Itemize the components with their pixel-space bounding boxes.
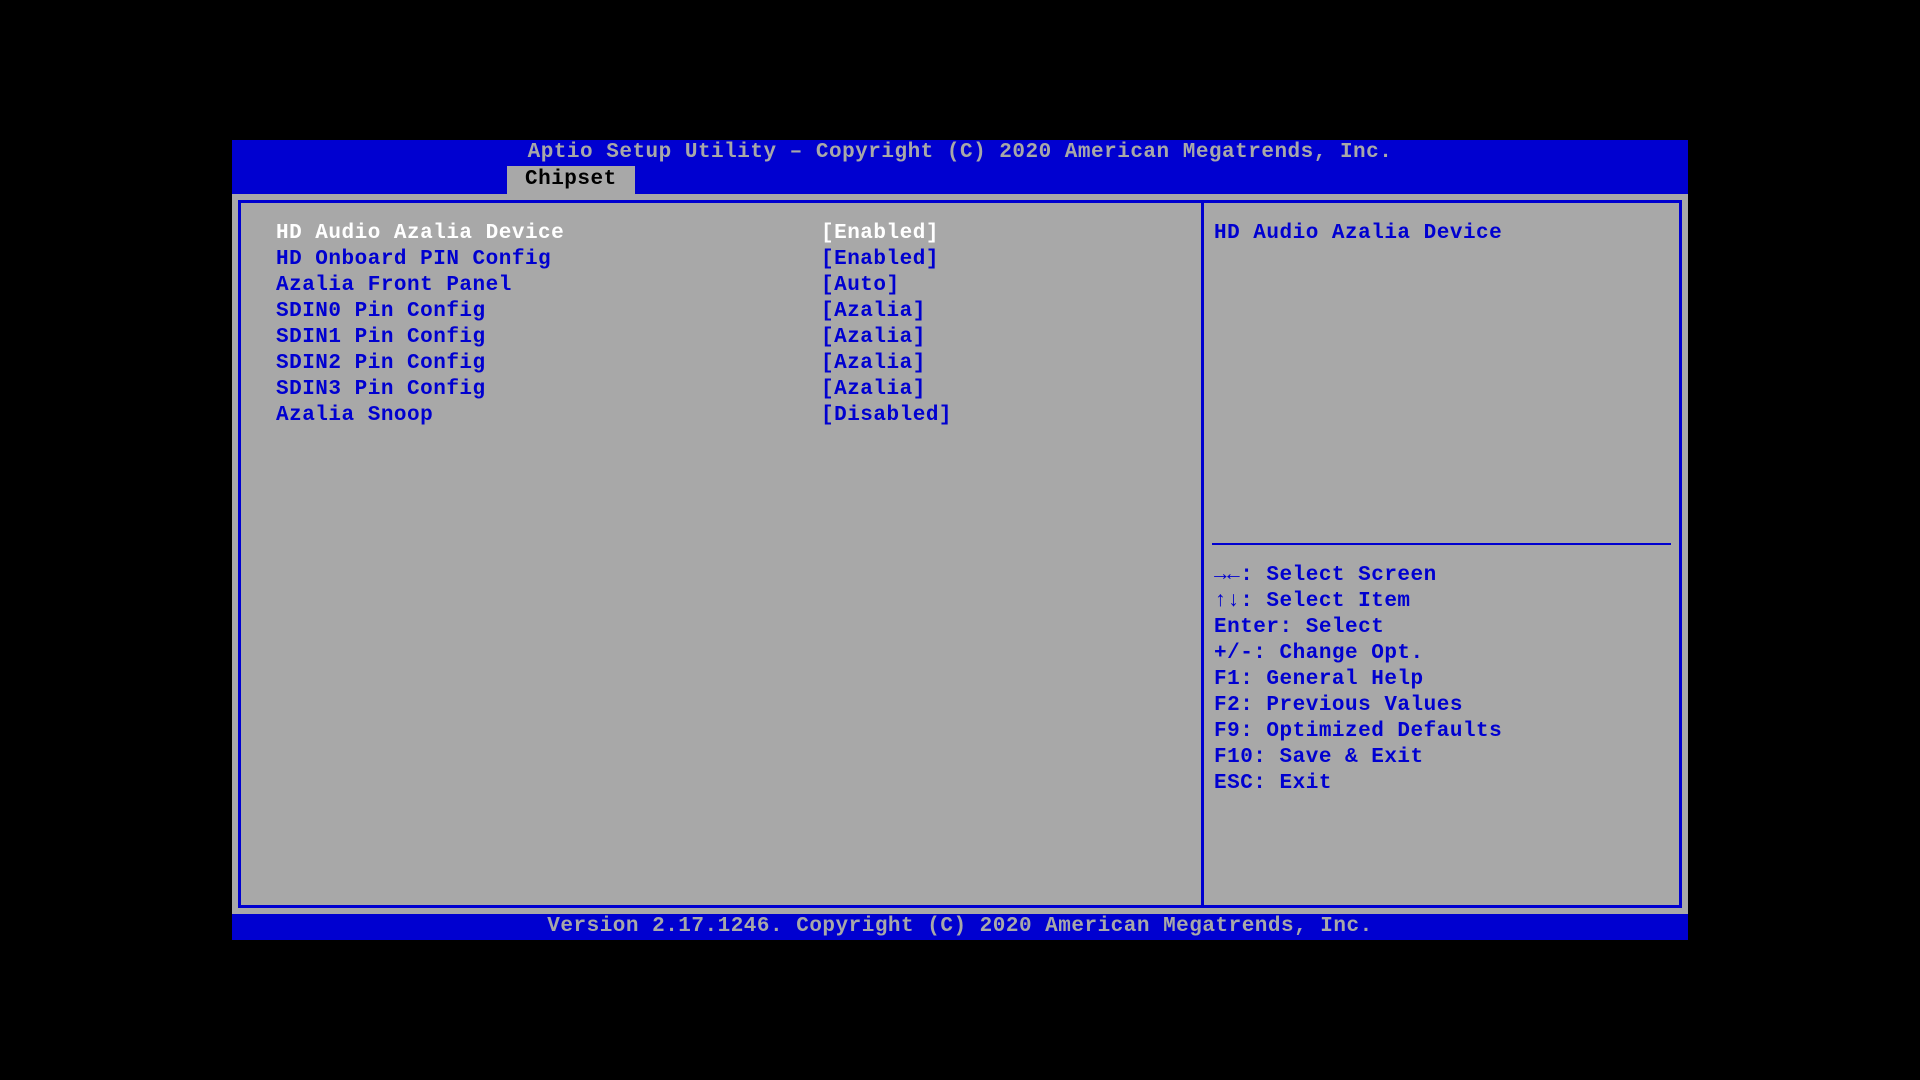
setting-value[interactable]: [Azalia] [821, 325, 926, 351]
setting-label: Azalia Snoop [276, 403, 821, 429]
setting-row[interactable]: SDIN2 Pin Config[Azalia] [276, 351, 1166, 377]
help-panel: HD Audio Azalia Device →←: Select Screen… [1204, 200, 1682, 908]
setting-label: HD Audio Azalia Device [276, 221, 821, 247]
bios-setup-screen: Aptio Setup Utility – Copyright (C) 2020… [232, 132, 1688, 948]
settings-panel: HD Audio Azalia Device[Enabled]HD Onboar… [238, 200, 1204, 908]
setting-value[interactable]: [Enabled] [821, 221, 939, 247]
title-bar: Aptio Setup Utility – Copyright (C) 2020… [232, 140, 1688, 166]
setting-value[interactable]: [Auto] [821, 273, 900, 299]
setting-row[interactable]: SDIN0 Pin Config[Azalia] [276, 299, 1166, 325]
setting-value[interactable]: [Azalia] [821, 299, 926, 325]
setting-label: SDIN0 Pin Config [276, 299, 821, 325]
key-hint: F1: General Help [1214, 667, 1669, 693]
setting-row[interactable]: Azalia Snoop[Disabled] [276, 403, 1166, 429]
key-hint: ↑↓: Select Item [1214, 589, 1669, 615]
setting-label: HD Onboard PIN Config [276, 247, 821, 273]
setting-value[interactable]: [Disabled] [821, 403, 952, 429]
setting-row[interactable]: HD Onboard PIN Config[Enabled] [276, 247, 1166, 273]
setting-row[interactable]: HD Audio Azalia Device[Enabled] [276, 221, 1166, 247]
setting-row[interactable]: SDIN1 Pin Config[Azalia] [276, 325, 1166, 351]
key-hint: F2: Previous Values [1214, 693, 1669, 719]
setting-row[interactable]: Azalia Front Panel[Auto] [276, 273, 1166, 299]
help-description: HD Audio Azalia Device [1204, 203, 1679, 543]
setting-label: SDIN3 Pin Config [276, 377, 821, 403]
help-title: HD Audio Azalia Device [1214, 221, 1669, 247]
key-hint: Enter: Select [1214, 615, 1669, 641]
setting-label: Azalia Front Panel [276, 273, 821, 299]
key-hint: F10: Save & Exit [1214, 745, 1669, 771]
footer-bar: Version 2.17.1246. Copyright (C) 2020 Am… [232, 914, 1688, 940]
key-hint: +/-: Change Opt. [1214, 641, 1669, 667]
setting-value[interactable]: [Azalia] [821, 377, 926, 403]
setting-row[interactable]: SDIN3 Pin Config[Azalia] [276, 377, 1166, 403]
setting-label: SDIN1 Pin Config [276, 325, 821, 351]
key-hint: ESC: Exit [1214, 771, 1669, 797]
top-letterbox [232, 132, 1688, 140]
key-hint: →←: Select Screen [1214, 563, 1669, 589]
key-hint: F9: Optimized Defaults [1214, 719, 1669, 745]
tab-chipset[interactable]: Chipset [507, 166, 635, 194]
main-area: HD Audio Azalia Device[Enabled]HD Onboar… [232, 194, 1688, 914]
setting-label: SDIN2 Pin Config [276, 351, 821, 377]
menu-tab-bar: Chipset [232, 166, 1688, 194]
setting-value[interactable]: [Enabled] [821, 247, 939, 273]
key-legend: →←: Select Screen↑↓: Select ItemEnter: S… [1204, 545, 1679, 807]
setting-value[interactable]: [Azalia] [821, 351, 926, 377]
bottom-letterbox [232, 940, 1688, 948]
